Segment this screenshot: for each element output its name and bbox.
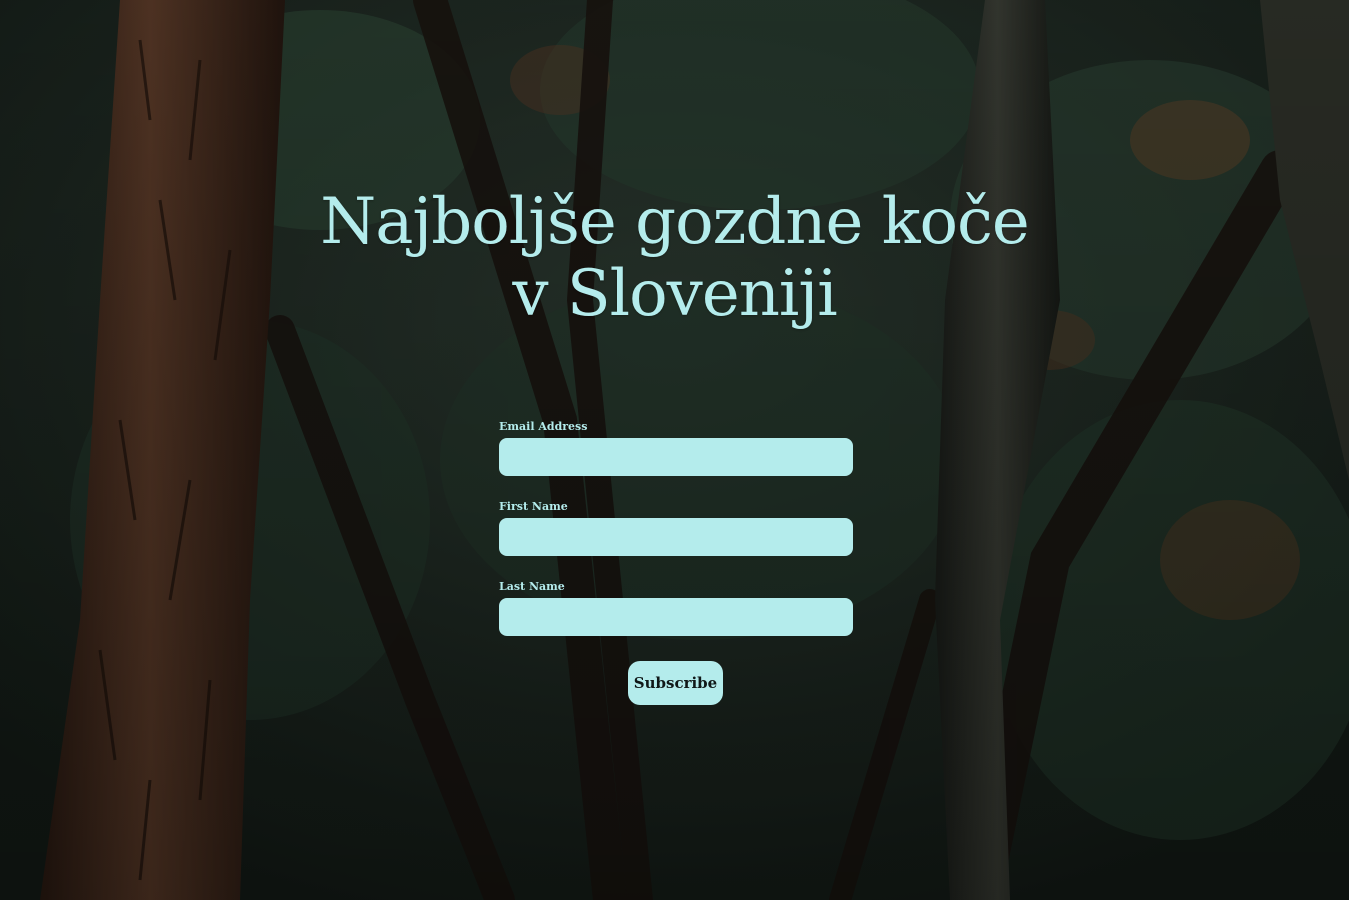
- last-name-field-group: Last Name: [499, 580, 853, 636]
- email-field[interactable]: [499, 438, 853, 476]
- last-name-field[interactable]: [499, 598, 853, 636]
- first-name-field[interactable]: [499, 518, 853, 556]
- last-name-label: Last Name: [499, 580, 565, 593]
- first-name-field-group: First Name: [499, 500, 853, 556]
- page-title-line-1: Najboljše gozdne koče: [320, 185, 1030, 259]
- subscribe-form: Email Address First Name Last Name: [499, 420, 853, 636]
- first-name-label: First Name: [499, 500, 568, 513]
- email-field-group: Email Address: [499, 420, 853, 476]
- subscribe-button[interactable]: Subscribe: [628, 661, 723, 705]
- hero-section: Najboljše gozdne koče v Sloveniji Email …: [0, 0, 1349, 900]
- email-label: Email Address: [499, 420, 588, 433]
- page-title-line-2: v Sloveniji: [512, 257, 837, 331]
- page-title: Najboljše gozdne koče v Sloveniji: [0, 186, 1349, 330]
- submit-wrapper: Subscribe: [628, 661, 723, 705]
